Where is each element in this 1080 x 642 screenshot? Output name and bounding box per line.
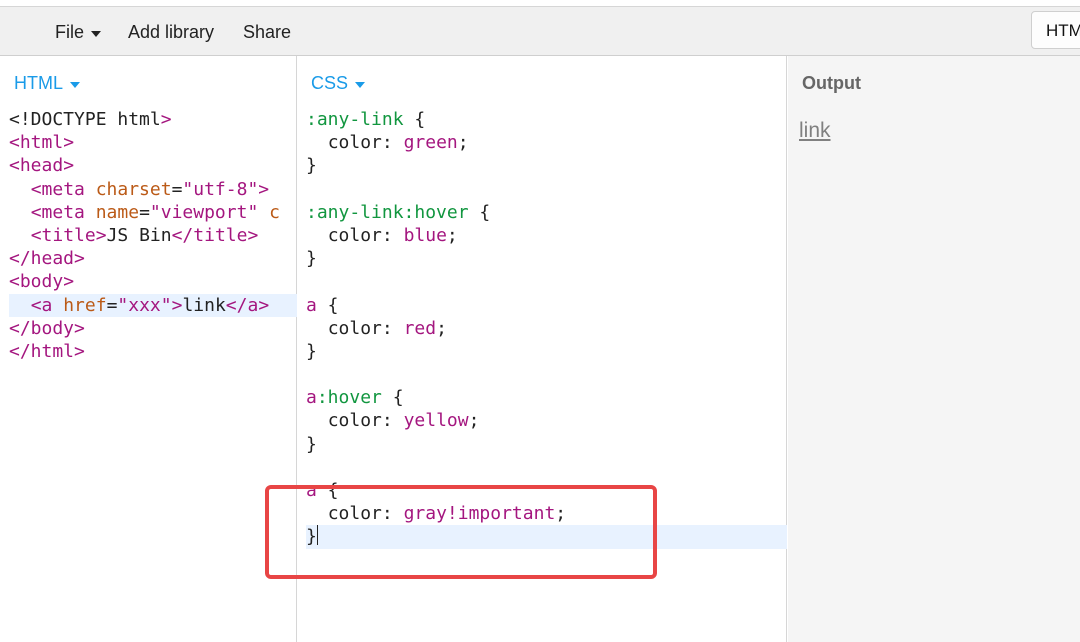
- add-library-label: Add library: [128, 22, 215, 42]
- code-line: a {: [306, 480, 339, 501]
- file-menu-label: File: [55, 22, 85, 42]
- text-cursor: [316, 525, 318, 546]
- code-line: </body>: [9, 317, 85, 339]
- tab-html-label: HTML: [1046, 21, 1080, 40]
- code-line: <!DOCTYPE html>: [9, 109, 172, 130]
- html-panel-menu[interactable]: HTML: [14, 73, 80, 94]
- code-line: color: gray!important;: [327, 503, 567, 525]
- share-button[interactable]: Share: [243, 22, 291, 43]
- css-code-editor[interactable]: :any-link { color: green;} :any-link:hov…: [306, 108, 787, 549]
- code-line: :any-link {: [306, 109, 426, 130]
- tab-html-toggle[interactable]: HTML: [1031, 11, 1080, 49]
- code-line: :any-link:hover {: [306, 201, 491, 223]
- code-line: }: [306, 340, 317, 362]
- code-line: color: green;: [327, 132, 469, 154]
- html-code-editor[interactable]: <!DOCTYPE html> <html> <head> <meta charse…: [9, 108, 297, 363]
- code-line: a:hover {: [306, 387, 404, 409]
- code-line: }: [306, 155, 317, 177]
- css-panel-label: CSS: [311, 73, 349, 93]
- output-panel: Output link: [788, 56, 1080, 642]
- code-line: <meta name="viewport" c: [30, 201, 280, 223]
- html-panel-label: HTML: [14, 73, 63, 93]
- code-line: }: [306, 248, 317, 270]
- code-line: </html>: [9, 340, 85, 362]
- code-line: }: [306, 525, 787, 549]
- css-panel-menu[interactable]: CSS: [311, 73, 366, 94]
- code-line: <head>: [9, 155, 75, 177]
- css-editor-panel: CSS :any-link { color: green;} :any-link…: [297, 56, 787, 642]
- code-line: <meta charset="utf-8">: [30, 178, 270, 200]
- file-menu[interactable]: File: [55, 22, 102, 43]
- code-line: <html>: [9, 132, 75, 154]
- chevron-down-icon: [355, 81, 366, 88]
- code-line: </head>: [9, 248, 85, 270]
- toolbar: File Add library Share HTML: [0, 7, 1080, 56]
- code-line: <a href="xxx">link</a>: [9, 293, 297, 317]
- chevron-down-icon: [91, 30, 102, 37]
- window-top-strip: [0, 0, 1080, 7]
- code-line: <body>: [9, 271, 75, 293]
- code-line: color: yellow;: [327, 410, 480, 432]
- code-line: color: blue;: [327, 224, 458, 246]
- code-line: }: [306, 433, 317, 455]
- chevron-down-icon: [70, 81, 80, 88]
- share-label: Share: [243, 22, 292, 42]
- html-editor-panel: HTML <!DOCTYPE html> <html> <head> <meta c…: [0, 56, 297, 642]
- output-link[interactable]: link: [799, 119, 831, 143]
- add-library-button[interactable]: Add library: [128, 22, 214, 43]
- code-line: <title>JS Bin</title>: [30, 224, 259, 246]
- code-line: color: red;: [327, 317, 447, 339]
- output-panel-label: Output: [802, 73, 861, 93]
- code-line: a {: [306, 294, 339, 316]
